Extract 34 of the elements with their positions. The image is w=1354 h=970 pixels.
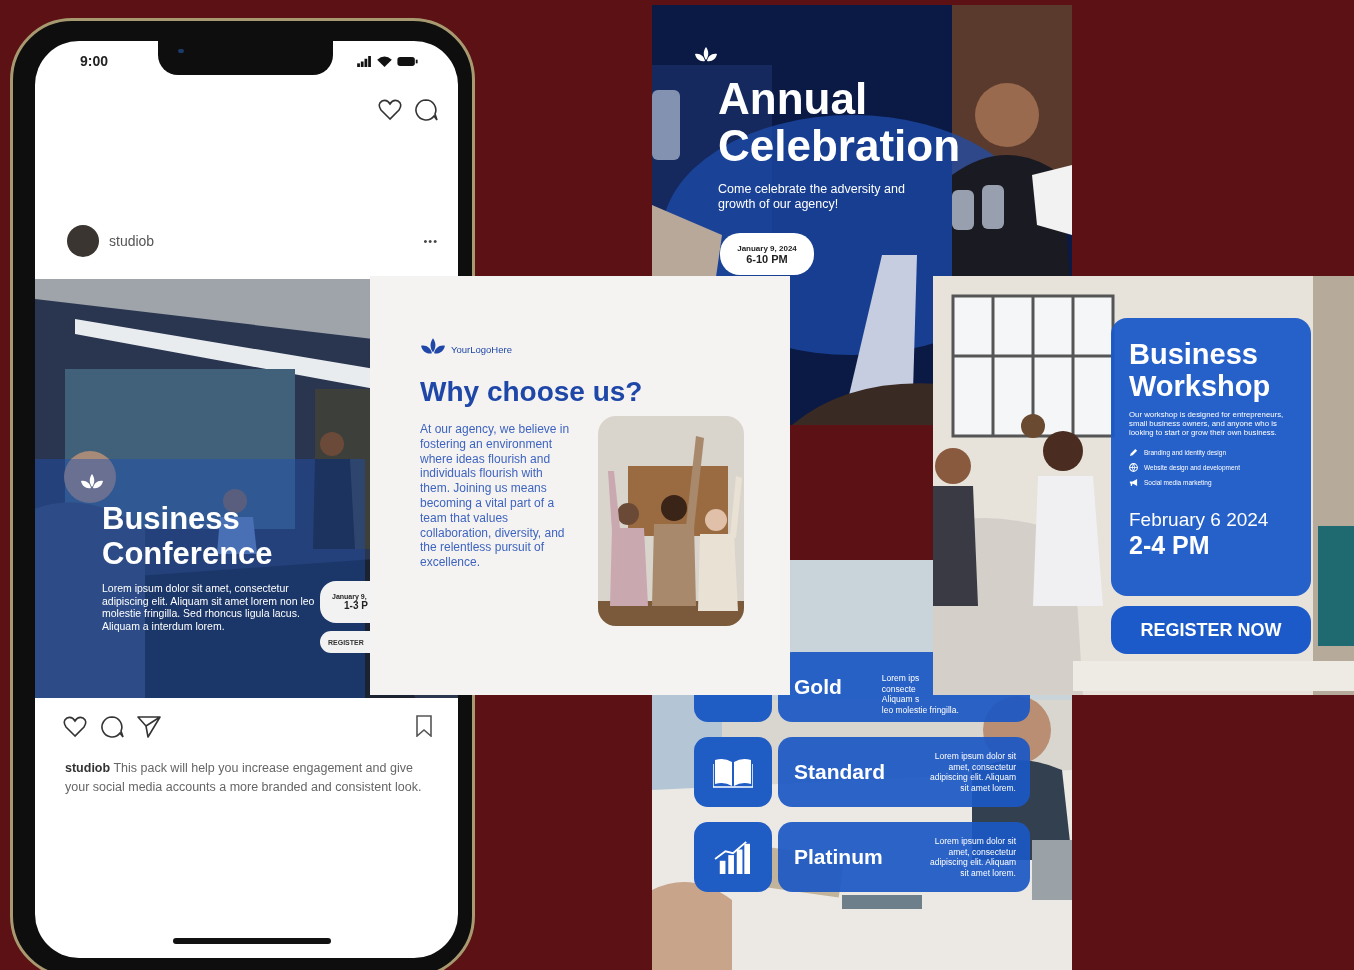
tier-description: Lorem ipsum dolor sit amet, consectetur adipiscing elit. Aliquam sit amet lorem.: [930, 836, 1016, 878]
signal-icon: [357, 55, 372, 67]
megaphone-icon: [1129, 478, 1138, 487]
post-title: Business Conference: [102, 501, 274, 571]
pen-icon: [1129, 448, 1138, 457]
comment-icon[interactable]: [100, 715, 124, 739]
battery-icon: [397, 55, 418, 67]
avatar[interactable]: [67, 225, 99, 257]
event-time: 1-3 P: [344, 600, 369, 611]
post-caption: studiob This pack will help you increase engagement and give your social media accounts a more branded and consistent look.: [64, 760, 423, 796]
register-button[interactable]: REGISTER NOW: [1111, 606, 1311, 654]
event-time: 2-4 PM: [1129, 531, 1211, 560]
logo-text: YourLogoHere: [451, 343, 512, 355]
post-body-text: Lorem ipsum dolor sit amet, consectetur adipiscing elit. Aliquam sit amet lorem non leo molestie fringilla. Sed rhoncus ligula lacus. Aliquam a interdum lorem.: [102, 582, 316, 632]
tier-name: Platinum: [794, 845, 883, 869]
send-icon[interactable]: [137, 715, 161, 739]
flyer-body-text: At our agency, we believe in fostering an environment where ideas flourish and individuals flourish with them. Joining us means becoming a vital part of a team that values collaboration, diversity, and the relentless pursuit of excellence.: [420, 422, 571, 572]
username[interactable]: studiob: [109, 233, 424, 249]
flyer-title: Why choose us?: [420, 376, 644, 408]
bar-chart-icon: [713, 840, 753, 874]
bookmark-icon[interactable]: [415, 715, 433, 737]
more-menu[interactable]: •••: [423, 235, 438, 247]
flyer-title: Business Workshop: [1129, 338, 1272, 402]
heart-icon[interactable]: [63, 715, 87, 739]
tier-name: Standard: [794, 760, 885, 784]
event-date: February 6 2024: [1129, 509, 1270, 531]
wifi-icon: [377, 55, 392, 67]
tier-name: Gold: [794, 675, 842, 699]
tier-description: Lorem ipsum dolor sit amet, consectetur adipiscing elit. Aliquam sit amet lorem.: [930, 751, 1016, 793]
status-time: 9:00: [80, 53, 109, 69]
heart-icon[interactable]: [378, 98, 402, 122]
tier-description: Lorem ips consecte Aliquam s leo molestie fringilla.: [881, 672, 959, 715]
globe-icon: [1129, 463, 1138, 472]
chat-icon[interactable]: [414, 98, 438, 122]
